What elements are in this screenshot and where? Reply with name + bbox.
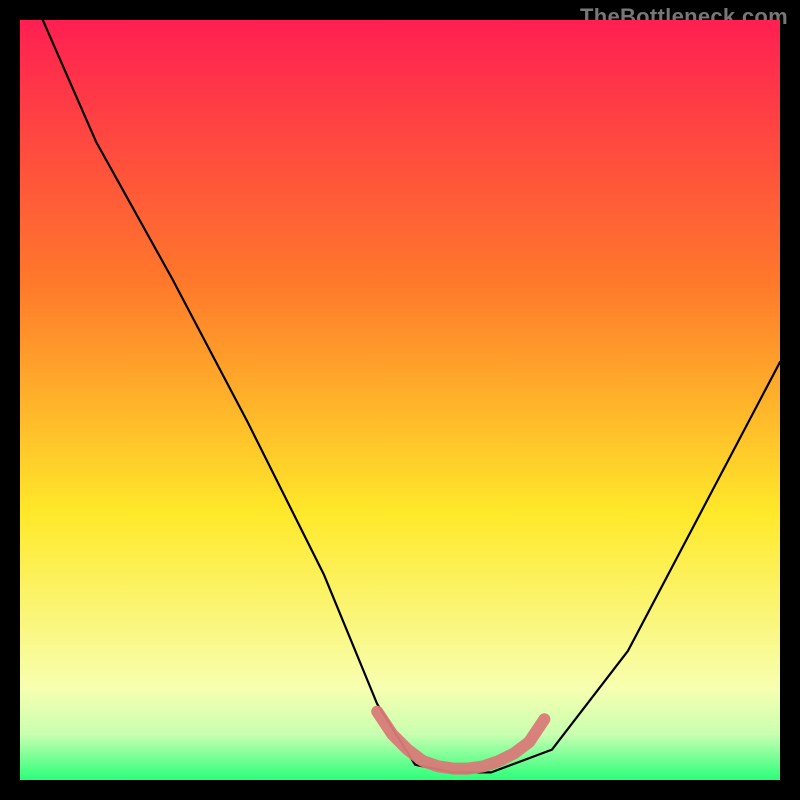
chart-stage: TheBottleneck.com xyxy=(0,0,800,800)
chart-svg xyxy=(20,20,780,780)
bottleneck-chart xyxy=(20,20,780,780)
